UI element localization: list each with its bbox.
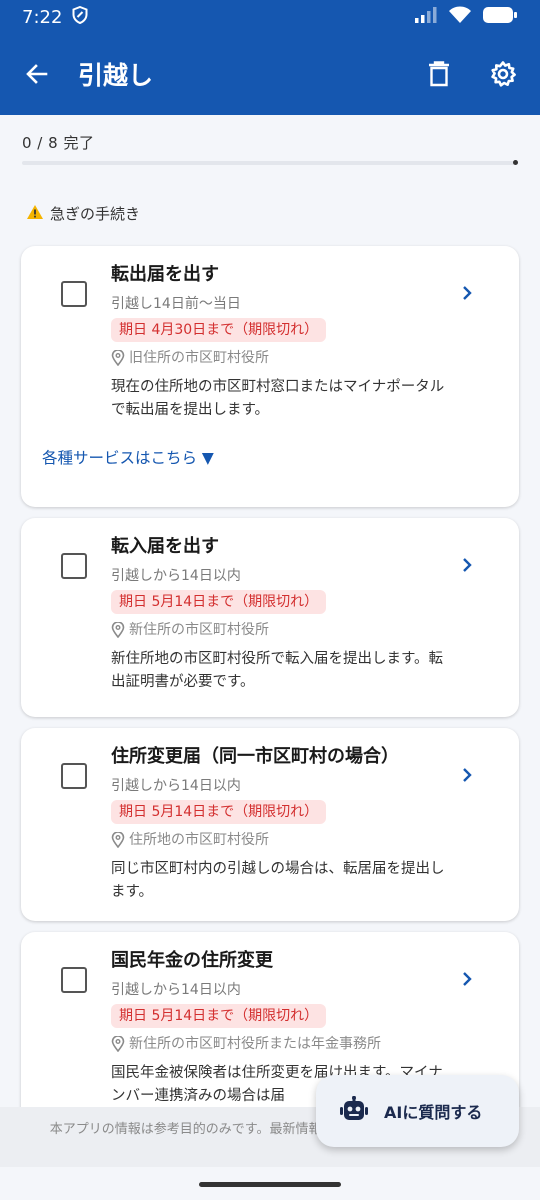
task-description: 現在の住所地の市区町村窓口またはマイナポータルで転出届を提出します。 <box>111 379 445 418</box>
urgent-section-heading: 急ぎの手続き <box>26 203 140 224</box>
task-period: 引越しから14日以内 <box>111 982 241 998</box>
location-pin-icon <box>111 832 125 848</box>
task-description: 同じ市区町村内の引越しの場合は、転居届を提出します。 <box>111 861 445 900</box>
task-place: 旧住所の市区町村役所 <box>111 348 451 368</box>
progress-end-dot <box>513 160 518 165</box>
status-bar: 7:22 <box>0 0 540 34</box>
delete-icon[interactable] <box>424 59 454 89</box>
chevron-right-icon <box>463 558 472 572</box>
signal-icon <box>414 6 438 29</box>
settings-gear-icon[interactable] <box>488 59 518 89</box>
task-place-text: 旧住所の市区町村役所 <box>129 350 269 366</box>
task-place: 住所地の市区町村役所 <box>111 830 451 850</box>
task-place: 新住所の市区町村役所 <box>111 620 451 640</box>
progress-section: 0 / 8 完了 <box>22 132 518 165</box>
battery-icon <box>482 6 518 29</box>
progress-label: 0 / 8 完了 <box>22 134 95 152</box>
task-card[interactable]: 転入届を出す 引越しから14日以内 期日 5月14日まで（期限切れ） 新住所の市… <box>21 518 519 717</box>
ask-ai-button[interactable]: AIに質問する <box>316 1075 519 1147</box>
wifi-icon <box>448 6 472 29</box>
deadline-badge: 期日 4月30日まで（期限切れ） <box>111 318 327 342</box>
shield-icon <box>72 5 88 29</box>
deadline-badge: 期日 5月14日まで（期限切れ） <box>111 800 327 824</box>
app-bar: 7:22 引越し <box>0 0 540 115</box>
chevron-right-icon <box>463 768 472 782</box>
deadline-badge: 期日 5月14日まで（期限切れ） <box>111 590 327 614</box>
services-link[interactable]: 各種サービスはこちら ▼ <box>42 446 519 496</box>
ask-ai-label: AIに質問する <box>384 1103 483 1122</box>
task-title: 転出届を出す <box>111 264 219 285</box>
location-pin-icon <box>111 1036 125 1052</box>
task-title: 国民年金の住所変更 <box>111 950 273 971</box>
task-title: 転入届を出す <box>111 536 219 557</box>
task-description: 新住所地の市区町村役所で転入届を提出します。転出証明書が必要です。 <box>111 651 444 690</box>
page-title: 引越し <box>78 61 154 90</box>
home-gesture-handle[interactable] <box>199 1182 341 1187</box>
location-pin-icon <box>111 622 125 638</box>
task-place-text: 新住所の市区町村役所 <box>129 622 269 638</box>
task-checkbox[interactable] <box>61 967 87 993</box>
chevron-right-icon <box>463 972 472 986</box>
status-time: 7:22 <box>22 6 63 28</box>
location-pin-icon <box>111 350 125 366</box>
task-checkbox[interactable] <box>61 281 87 307</box>
task-period: 引越し14日前〜当日 <box>111 296 241 312</box>
task-period: 引越しから14日以内 <box>111 568 241 584</box>
task-place-text: 新住所の市区町村役所または年金事務所 <box>129 1036 381 1052</box>
chevron-right-icon <box>463 286 472 300</box>
task-checkbox[interactable] <box>61 553 87 579</box>
task-period: 引越しから14日以内 <box>111 778 241 794</box>
task-title: 住所変更届（同一市区町村の場合） <box>111 746 399 767</box>
robot-icon <box>340 1096 368 1126</box>
task-place-text: 住所地の市区町村役所 <box>129 832 269 848</box>
system-nav-bar <box>0 1167 540 1200</box>
task-card[interactable]: 住所変更届（同一市区町村の場合） 引越しから14日以内 期日 5月14日まで（期… <box>21 728 519 921</box>
back-arrow-icon[interactable] <box>22 59 52 89</box>
toolbar: 引越し <box>0 44 540 104</box>
task-list: 転出届を出す 引越し14日前〜当日 期日 4月30日まで（期限切れ） 旧住所の市… <box>21 246 519 1143</box>
task-card[interactable]: 転出届を出す 引越し14日前〜当日 期日 4月30日まで（期限切れ） 旧住所の市… <box>21 246 519 507</box>
progress-bar <box>22 160 518 165</box>
deadline-badge: 期日 5月14日まで（期限切れ） <box>111 1004 327 1028</box>
task-place: 新住所の市区町村役所または年金事務所 <box>111 1034 451 1054</box>
task-checkbox[interactable] <box>61 763 87 789</box>
warning-icon <box>26 204 44 224</box>
section-title: 急ぎの手続き <box>50 205 141 223</box>
